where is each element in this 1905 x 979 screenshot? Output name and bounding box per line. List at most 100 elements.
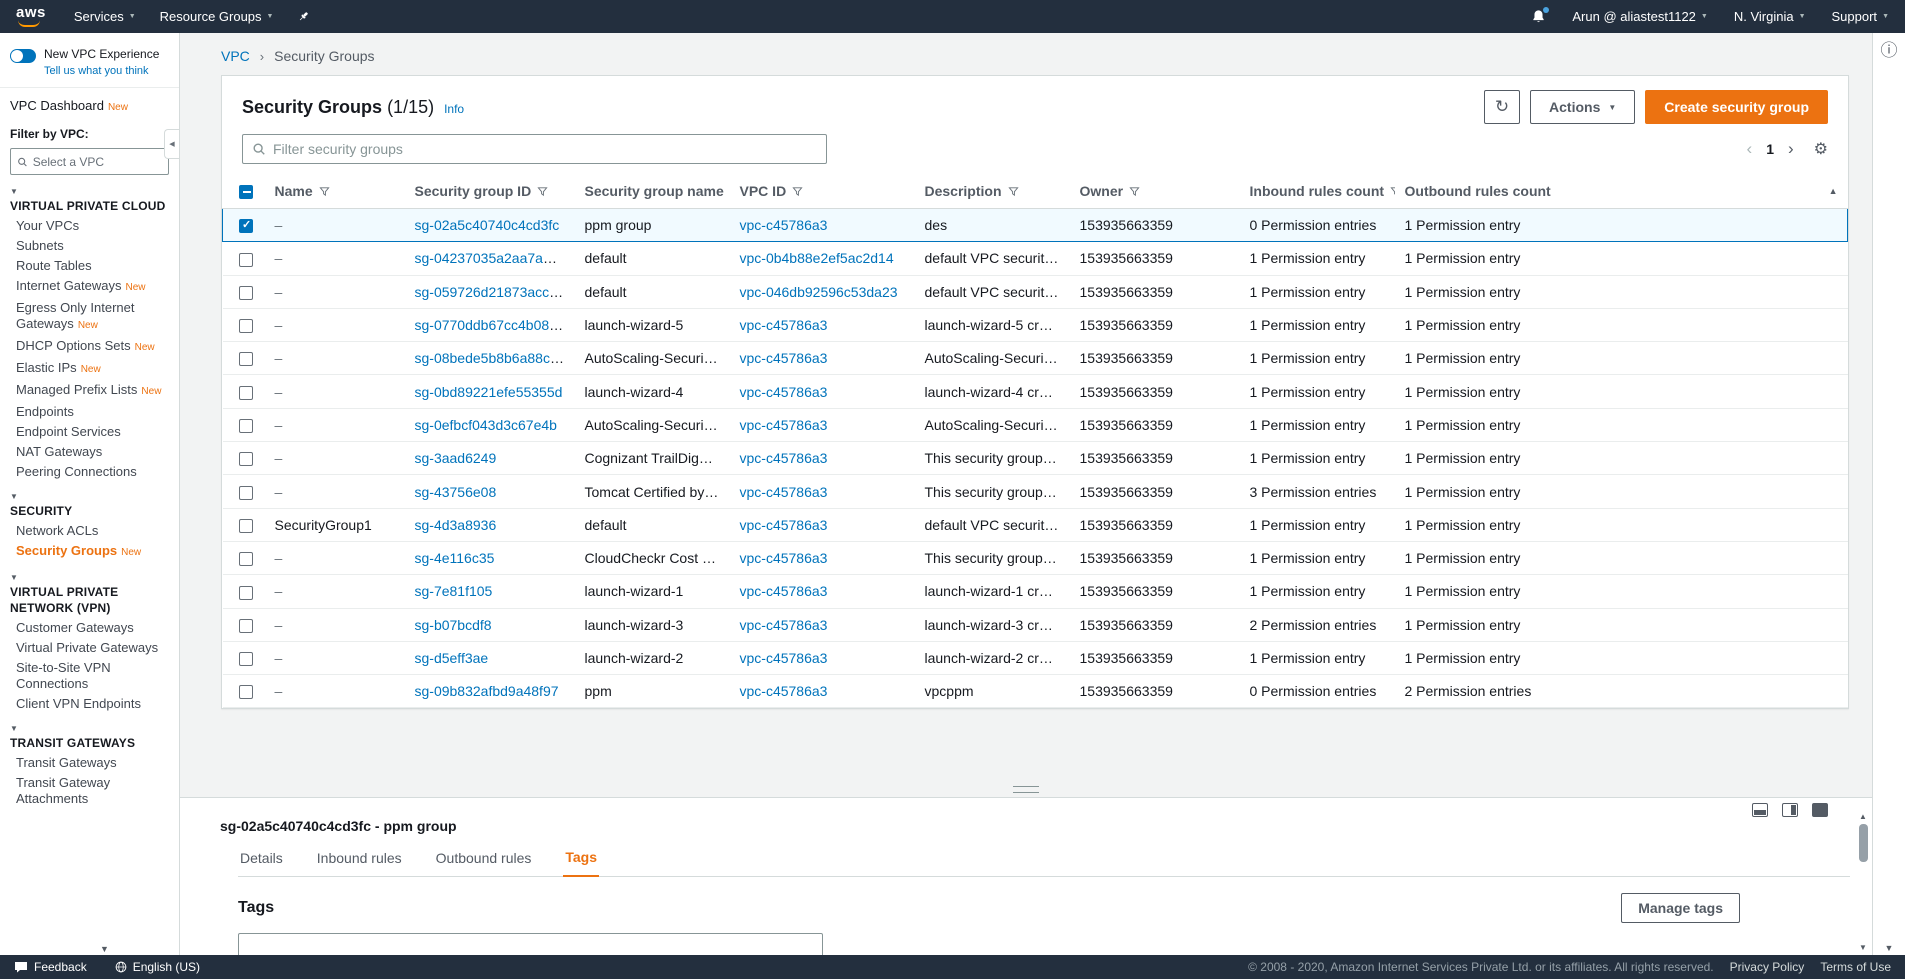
aws-logo[interactable]: aws [16,6,46,27]
table-row[interactable]: – sg-059726d21873accab default vpc-046db… [223,275,1848,308]
vpc-id-link[interactable]: vpc-c45786a3 [740,317,828,333]
row-checkbox[interactable] [239,619,253,633]
select-all-checkbox[interactable] [239,185,253,199]
breadcrumb-vpc-link[interactable]: VPC [221,48,250,64]
feedback-button[interactable]: Feedback [14,960,87,974]
security-group-id-link[interactable]: sg-09b832afbd9a48f97 [415,683,559,699]
vpc-id-link[interactable]: vpc-c45786a3 [740,217,828,233]
table-row[interactable]: – sg-4e116c35 CloudCheckr Cost and ... v… [223,541,1848,574]
column-header-description[interactable]: Description [915,174,1070,209]
security-group-id-link[interactable]: sg-3aad6249 [415,450,497,466]
vpc-id-link[interactable]: vpc-046db92596c53da23 [740,284,898,300]
sidebar-item-elastic-ips[interactable]: Elastic IPsNew [16,360,171,378]
support-menu[interactable]: Support ▼ [1832,9,1889,24]
row-checkbox[interactable] [239,552,253,566]
rail-scroll-down-icon[interactable]: ▼ [1885,943,1894,953]
vpc-id-link[interactable]: vpc-c45786a3 [740,417,828,433]
row-checkbox[interactable] [239,452,253,466]
sidebar-item-network-acls[interactable]: Network ACLs [16,523,171,539]
security-group-id-link[interactable]: sg-02a5c40740c4cd3fc [415,217,560,233]
pin-icon[interactable] [297,10,310,23]
sidebar-item-virtual-private-gateways[interactable]: Virtual Private Gateways [16,640,171,656]
vpc-id-link[interactable]: vpc-c45786a3 [740,350,828,366]
row-checkbox[interactable] [239,519,253,533]
table-row[interactable]: – sg-02a5c40740c4cd3fc ppm group vpc-c45… [223,209,1848,242]
create-security-group-button[interactable]: Create security group [1645,90,1828,124]
column-header-owner[interactable]: Owner [1070,174,1240,209]
sidebar-item-endpoint-services[interactable]: Endpoint Services [16,424,171,440]
tab-inbound-rules[interactable]: Inbound rules [315,840,404,876]
security-group-id-link[interactable]: sg-4d3a8936 [415,517,497,533]
sidebar-item-your-vpcs[interactable]: Your VPCs [16,218,171,234]
notifications-bell-button[interactable] [1531,9,1546,24]
vpc-id-link[interactable]: vpc-c45786a3 [740,683,828,699]
security-group-id-link[interactable]: sg-b07bcdf8 [415,617,492,633]
security-group-id-link[interactable]: sg-7e81f105 [415,583,493,599]
scrollbar-thumb[interactable] [1859,824,1868,862]
security-group-id-link[interactable]: sg-43756e08 [415,484,497,500]
column-header-inbound-rules[interactable]: Inbound rules count [1240,174,1395,209]
panel-expand-layout-icon[interactable] [1812,803,1828,817]
sidebar-item-site-to-site-vpn-connections[interactable]: Site-to-Site VPN Connections [16,660,171,692]
table-row[interactable]: – sg-7e81f105 launch-wizard-1 vpc-c45786… [223,575,1848,608]
language-selector[interactable]: English (US) [115,960,200,974]
manage-tags-button[interactable]: Manage tags [1621,893,1740,923]
filter-icon[interactable] [1129,186,1140,197]
sidebar-item-internet-gateways[interactable]: Internet GatewaysNew [16,278,171,296]
vpc-id-link[interactable]: vpc-c45786a3 [740,484,828,500]
privacy-policy-link[interactable]: Privacy Policy [1730,960,1805,974]
sidebar-item-dhcp-options-sets[interactable]: DHCP Options SetsNew [16,338,171,356]
sidebar-collapse-tab[interactable]: ◀ [164,129,179,159]
security-group-id-link[interactable]: sg-08bede5b8b6a88c6a [415,350,566,366]
info-panel-icon[interactable]: ⓘ [1881,42,1898,59]
security-group-id-link[interactable]: sg-0bd89221efe55355d [415,384,563,400]
sidebar-item-vpc-dashboard[interactable]: VPC DashboardNew [0,88,179,113]
column-header-vpc-id[interactable]: VPC ID [730,174,915,209]
vpc-id-link[interactable]: vpc-0b4b88e2ef5ac2d14 [740,250,894,266]
tab-outbound-rules[interactable]: Outbound rules [434,840,534,876]
security-group-id-link[interactable]: sg-04237035a2aa7ae44 [415,250,567,266]
actions-button[interactable]: Actions ▼ [1530,90,1635,124]
panel-right-layout-icon[interactable] [1782,803,1798,817]
table-row[interactable]: SecurityGroup1 sg-4d3a8936 default vpc-c… [223,508,1848,541]
row-checkbox[interactable] [239,486,253,500]
panel-bottom-layout-icon[interactable] [1752,803,1768,817]
splitter-handle-icon[interactable] [1013,786,1039,793]
next-page-button[interactable]: › [1788,139,1794,159]
sidebar-item-route-tables[interactable]: Route Tables [16,258,171,274]
row-checkbox[interactable] [239,286,253,300]
sidebar-item-customer-gateways[interactable]: Customer Gateways [16,620,171,636]
refresh-button[interactable]: ↻ [1484,90,1520,124]
section-collapse-icon[interactable]: ▼ [10,724,171,733]
vpc-id-link[interactable]: vpc-c45786a3 [740,384,828,400]
sidebar-item-subnets[interactable]: Subnets [16,238,171,254]
filter-icon[interactable] [319,186,330,197]
table-row[interactable]: – sg-08bede5b8b6a88c6a AutoScaling-Secur… [223,342,1848,375]
table-row[interactable]: – sg-43756e08 Tomcat Certified by Bit...… [223,475,1848,508]
terms-of-use-link[interactable]: Terms of Use [1820,960,1891,974]
tab-details[interactable]: Details [238,840,285,876]
column-header-security-group-id[interactable]: Security group ID [405,174,575,209]
section-collapse-icon[interactable]: ▼ [10,573,171,582]
row-checkbox[interactable] [239,352,253,366]
row-checkbox[interactable] [239,652,253,666]
detail-scrollbar[interactable]: ▲ ▼ [1857,812,1869,952]
experience-feedback-link[interactable]: Tell us what you think [44,65,149,77]
info-link[interactable]: Info [444,102,464,116]
panel-splitter[interactable] [180,783,1872,797]
vpc-id-link[interactable]: vpc-c45786a3 [740,517,828,533]
security-group-id-link[interactable]: sg-0efbcf043d3c67e4b [415,417,557,433]
table-row[interactable]: – sg-0770ddb67cc4b0886 launch-wizard-5 v… [223,308,1848,341]
security-group-id-link[interactable]: sg-059726d21873accab [415,284,565,300]
sidebar-item-peering-connections[interactable]: Peering Connections [16,464,171,480]
tags-filter-input[interactable] [238,933,823,955]
row-checkbox[interactable] [239,253,253,267]
table-row[interactable]: – sg-b07bcdf8 launch-wizard-3 vpc-c45786… [223,608,1848,641]
sidebar-scroll-down-icon[interactable]: ▼ [100,944,109,954]
sidebar-item-security-groups[interactable]: Security GroupsNew [16,543,171,561]
filter-icon[interactable] [1008,186,1019,197]
section-collapse-icon[interactable]: ▼ [10,492,171,501]
sidebar-item-managed-prefix-lists[interactable]: Managed Prefix ListsNew [16,382,171,400]
experience-toggle[interactable] [10,49,36,63]
table-row[interactable]: – sg-0efbcf043d3c67e4b AutoScaling-Secur… [223,408,1848,441]
